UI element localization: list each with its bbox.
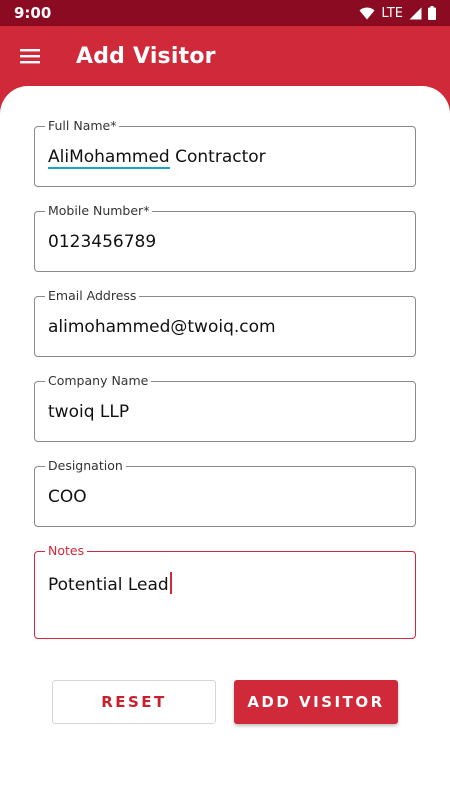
full-name-label: Full Name*: [45, 117, 120, 135]
app-bar: Add Visitor: [0, 26, 450, 86]
company-name-field[interactable]: Company Name twoiq LLP: [34, 372, 416, 442]
status-icons: LTE: [359, 6, 436, 21]
mobile-number-field[interactable]: Mobile Number* 0123456789: [34, 202, 416, 272]
network-type: LTE: [381, 5, 403, 21]
email-field[interactable]: Email Address alimohammed@twoiq.com: [34, 287, 416, 357]
notes-value: Potential Lead: [48, 572, 172, 595]
full-name-value: AliMohammed Contractor: [48, 147, 266, 169]
wifi-icon: [359, 7, 375, 20]
notes-field[interactable]: Notes Potential Lead: [34, 542, 416, 639]
full-name-field[interactable]: Full Name* AliMohammed Contractor: [34, 117, 416, 187]
notes-label: Notes: [45, 542, 88, 560]
company-name-label: Company Name: [45, 372, 152, 390]
full-name-rest: Contractor: [169, 147, 266, 167]
reset-button[interactable]: RESET: [52, 680, 216, 724]
hamburger-menu-icon[interactable]: [0, 26, 60, 86]
company-name-value: twoiq LLP: [48, 402, 130, 422]
mobile-number-value: 0123456789: [48, 232, 157, 252]
designation-label: Designation: [45, 457, 126, 475]
text-cursor: [169, 572, 172, 594]
page-title: Add Visitor: [76, 43, 216, 69]
signal-icon: [409, 7, 422, 20]
battery-icon: [428, 6, 436, 20]
email-label: Email Address: [45, 287, 140, 305]
full-name-first-word: AliMohammed: [48, 147, 170, 169]
status-time: 9:00: [14, 4, 52, 22]
email-value: alimohammed@twoiq.com: [48, 317, 276, 337]
designation-field[interactable]: Designation COO: [34, 457, 416, 527]
designation-value: COO: [48, 487, 87, 507]
notes-text: Potential Lead: [48, 575, 169, 595]
add-visitor-button[interactable]: ADD VISITOR: [234, 680, 398, 724]
mobile-number-label: Mobile Number*: [45, 202, 153, 220]
status-bar: 9:00 LTE: [0, 0, 450, 26]
